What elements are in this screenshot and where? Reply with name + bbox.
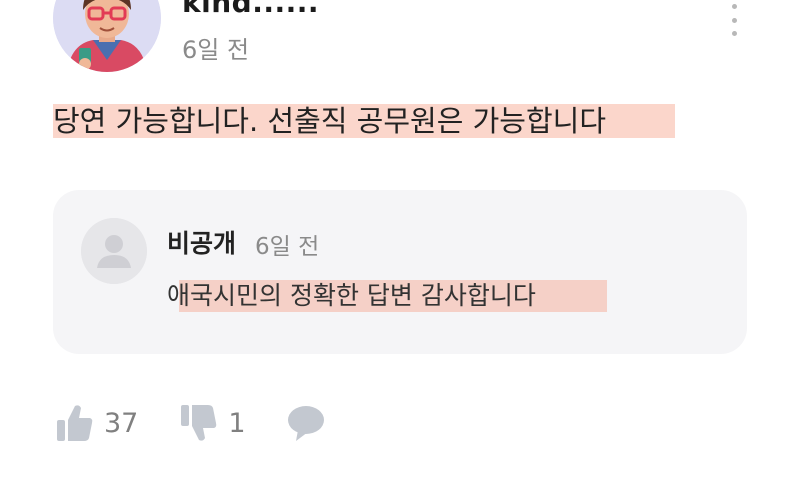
menu-dot xyxy=(731,31,737,36)
reply-timestamp: 6일 전 xyxy=(255,234,320,260)
reply-text: 애국시민의 정확한 답변 감사합니다 xyxy=(167,281,536,310)
more-vertical-icon[interactable] xyxy=(722,4,746,36)
dislike-count: 1 xyxy=(228,407,246,439)
reply-author[interactable]: 비공개 xyxy=(167,224,236,260)
thumbs-up-icon xyxy=(57,405,93,441)
cartoon-avatar-icon xyxy=(53,0,161,72)
thumbs-down-icon xyxy=(181,405,217,441)
menu-dot xyxy=(731,4,737,9)
reply-box: 비공개 6일 전 애국시민의 정확한 답변 감사합니다 xyxy=(53,190,747,354)
default-user-icon xyxy=(81,218,147,284)
like-button[interactable]: 37 xyxy=(56,403,138,443)
reply-button[interactable] xyxy=(286,404,326,442)
comment-card: kind...... 6일 전 당연 가능합니다. 선출직 공무원은 가능합니다… xyxy=(0,0,800,489)
comment-text: 당연 가능합니다. 선출직 공무원은 가능합니다 xyxy=(53,104,607,138)
dislike-button[interactable]: 1 xyxy=(180,403,246,443)
menu-dot xyxy=(731,17,737,23)
like-count: 37 xyxy=(104,407,139,439)
author-avatar[interactable] xyxy=(53,0,161,72)
speech-bubble-icon xyxy=(287,406,324,441)
author-name[interactable]: kind...... xyxy=(182,0,319,19)
reply-avatar[interactable] xyxy=(81,218,147,284)
comment-actions: 37 1 xyxy=(56,400,326,446)
comment-body: 당연 가능합니다. 선출직 공무원은 가능합니다 xyxy=(53,104,675,138)
comment-timestamp: 6일 전 xyxy=(182,36,250,64)
